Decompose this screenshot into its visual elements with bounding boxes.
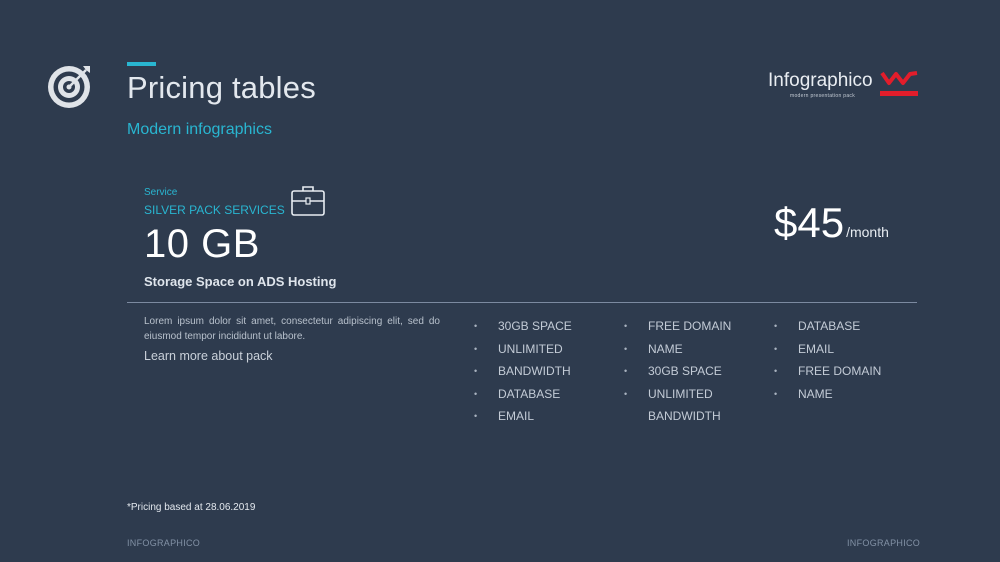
bullet-icon: • — [624, 321, 628, 331]
bullet-icon: • — [474, 343, 478, 354]
feature-item: • 30GB SPACE — [624, 360, 731, 383]
feature-item: BANDWIDTH — [648, 409, 721, 424]
bullet-icon: • — [474, 321, 478, 331]
feature-item: • EMAIL — [474, 405, 572, 428]
page-title: Pricing tables — [127, 70, 316, 105]
feature-item: • FREE DOMAIN — [624, 315, 731, 338]
bullet-icon: • — [474, 411, 478, 422]
bullet-icon: • — [774, 366, 778, 377]
title-accent-bar — [127, 62, 156, 66]
price-period: /month — [846, 224, 889, 240]
section-divider — [127, 302, 917, 303]
service-label: Service — [144, 187, 178, 198]
bullet-icon: • — [474, 366, 478, 377]
storage-description: Storage Space on ADS Hosting — [144, 274, 337, 289]
bullet-icon: • — [474, 388, 478, 399]
feature-item: • NAME — [624, 338, 731, 361]
feature-item: • BANDWIDTH — [474, 360, 572, 383]
feature-item: • EMAIL — [774, 338, 881, 361]
footer-brand-right: INFOGRAPHICO — [847, 538, 921, 548]
brand-tagline: modern presentation pack — [790, 93, 856, 99]
bullet-icon: • — [774, 321, 778, 331]
feature-item: • FREE DOMAIN — [774, 360, 881, 383]
footer-brand-left: INFOGRAPHICO — [127, 538, 201, 548]
feature-item: • UNLIMITED — [474, 338, 572, 361]
target-icon — [48, 66, 90, 108]
feature-item: • NAME — [774, 383, 881, 406]
bullet-icon: • — [624, 366, 628, 377]
feature-list-2: • FREE DOMAIN • NAME • 30GB SPACE • UNLIMITE… — [624, 315, 731, 428]
feature-list-3: • DATABASE • EMAIL • FREE DOMAIN • NAME — [774, 315, 881, 405]
bullet-icon: • — [624, 343, 628, 354]
price-amount: $45 — [774, 199, 845, 246]
bullet-icon: • — [774, 388, 778, 399]
feature-item: • 30GB SPACE — [474, 315, 572, 338]
briefcase-icon — [291, 186, 325, 216]
feature-item: • DATABASE — [774, 315, 881, 338]
feature-list-1: • 30GB SPACE • UNLIMITED • BANDWIDTH • DATAB… — [474, 315, 572, 428]
brand-name: Infographico — [768, 70, 873, 91]
page-subtitle: Modern infographics — [127, 121, 272, 138]
feature-item: • DATABASE — [474, 383, 572, 406]
learn-more-link[interactable]: Learn more about pack — [144, 349, 273, 363]
feature-item: • UNLIMITED — [624, 383, 731, 406]
plan-description: Lorem ipsum dolor sit amet, consectetur … — [144, 316, 440, 342]
storage-capacity: 10 GB — [144, 222, 260, 266]
bullet-icon: • — [624, 388, 628, 399]
bullet-icon: • — [774, 343, 778, 354]
service-name: SILVER PACK SERVICES — [144, 203, 285, 217]
w-logo-icon — [880, 71, 918, 96]
price-block: $45/month — [774, 199, 889, 247]
pricing-footnote: *Pricing based at 28.06.2019 — [127, 502, 256, 513]
brand-block: Infographico modern presentation pack — [768, 70, 923, 102]
